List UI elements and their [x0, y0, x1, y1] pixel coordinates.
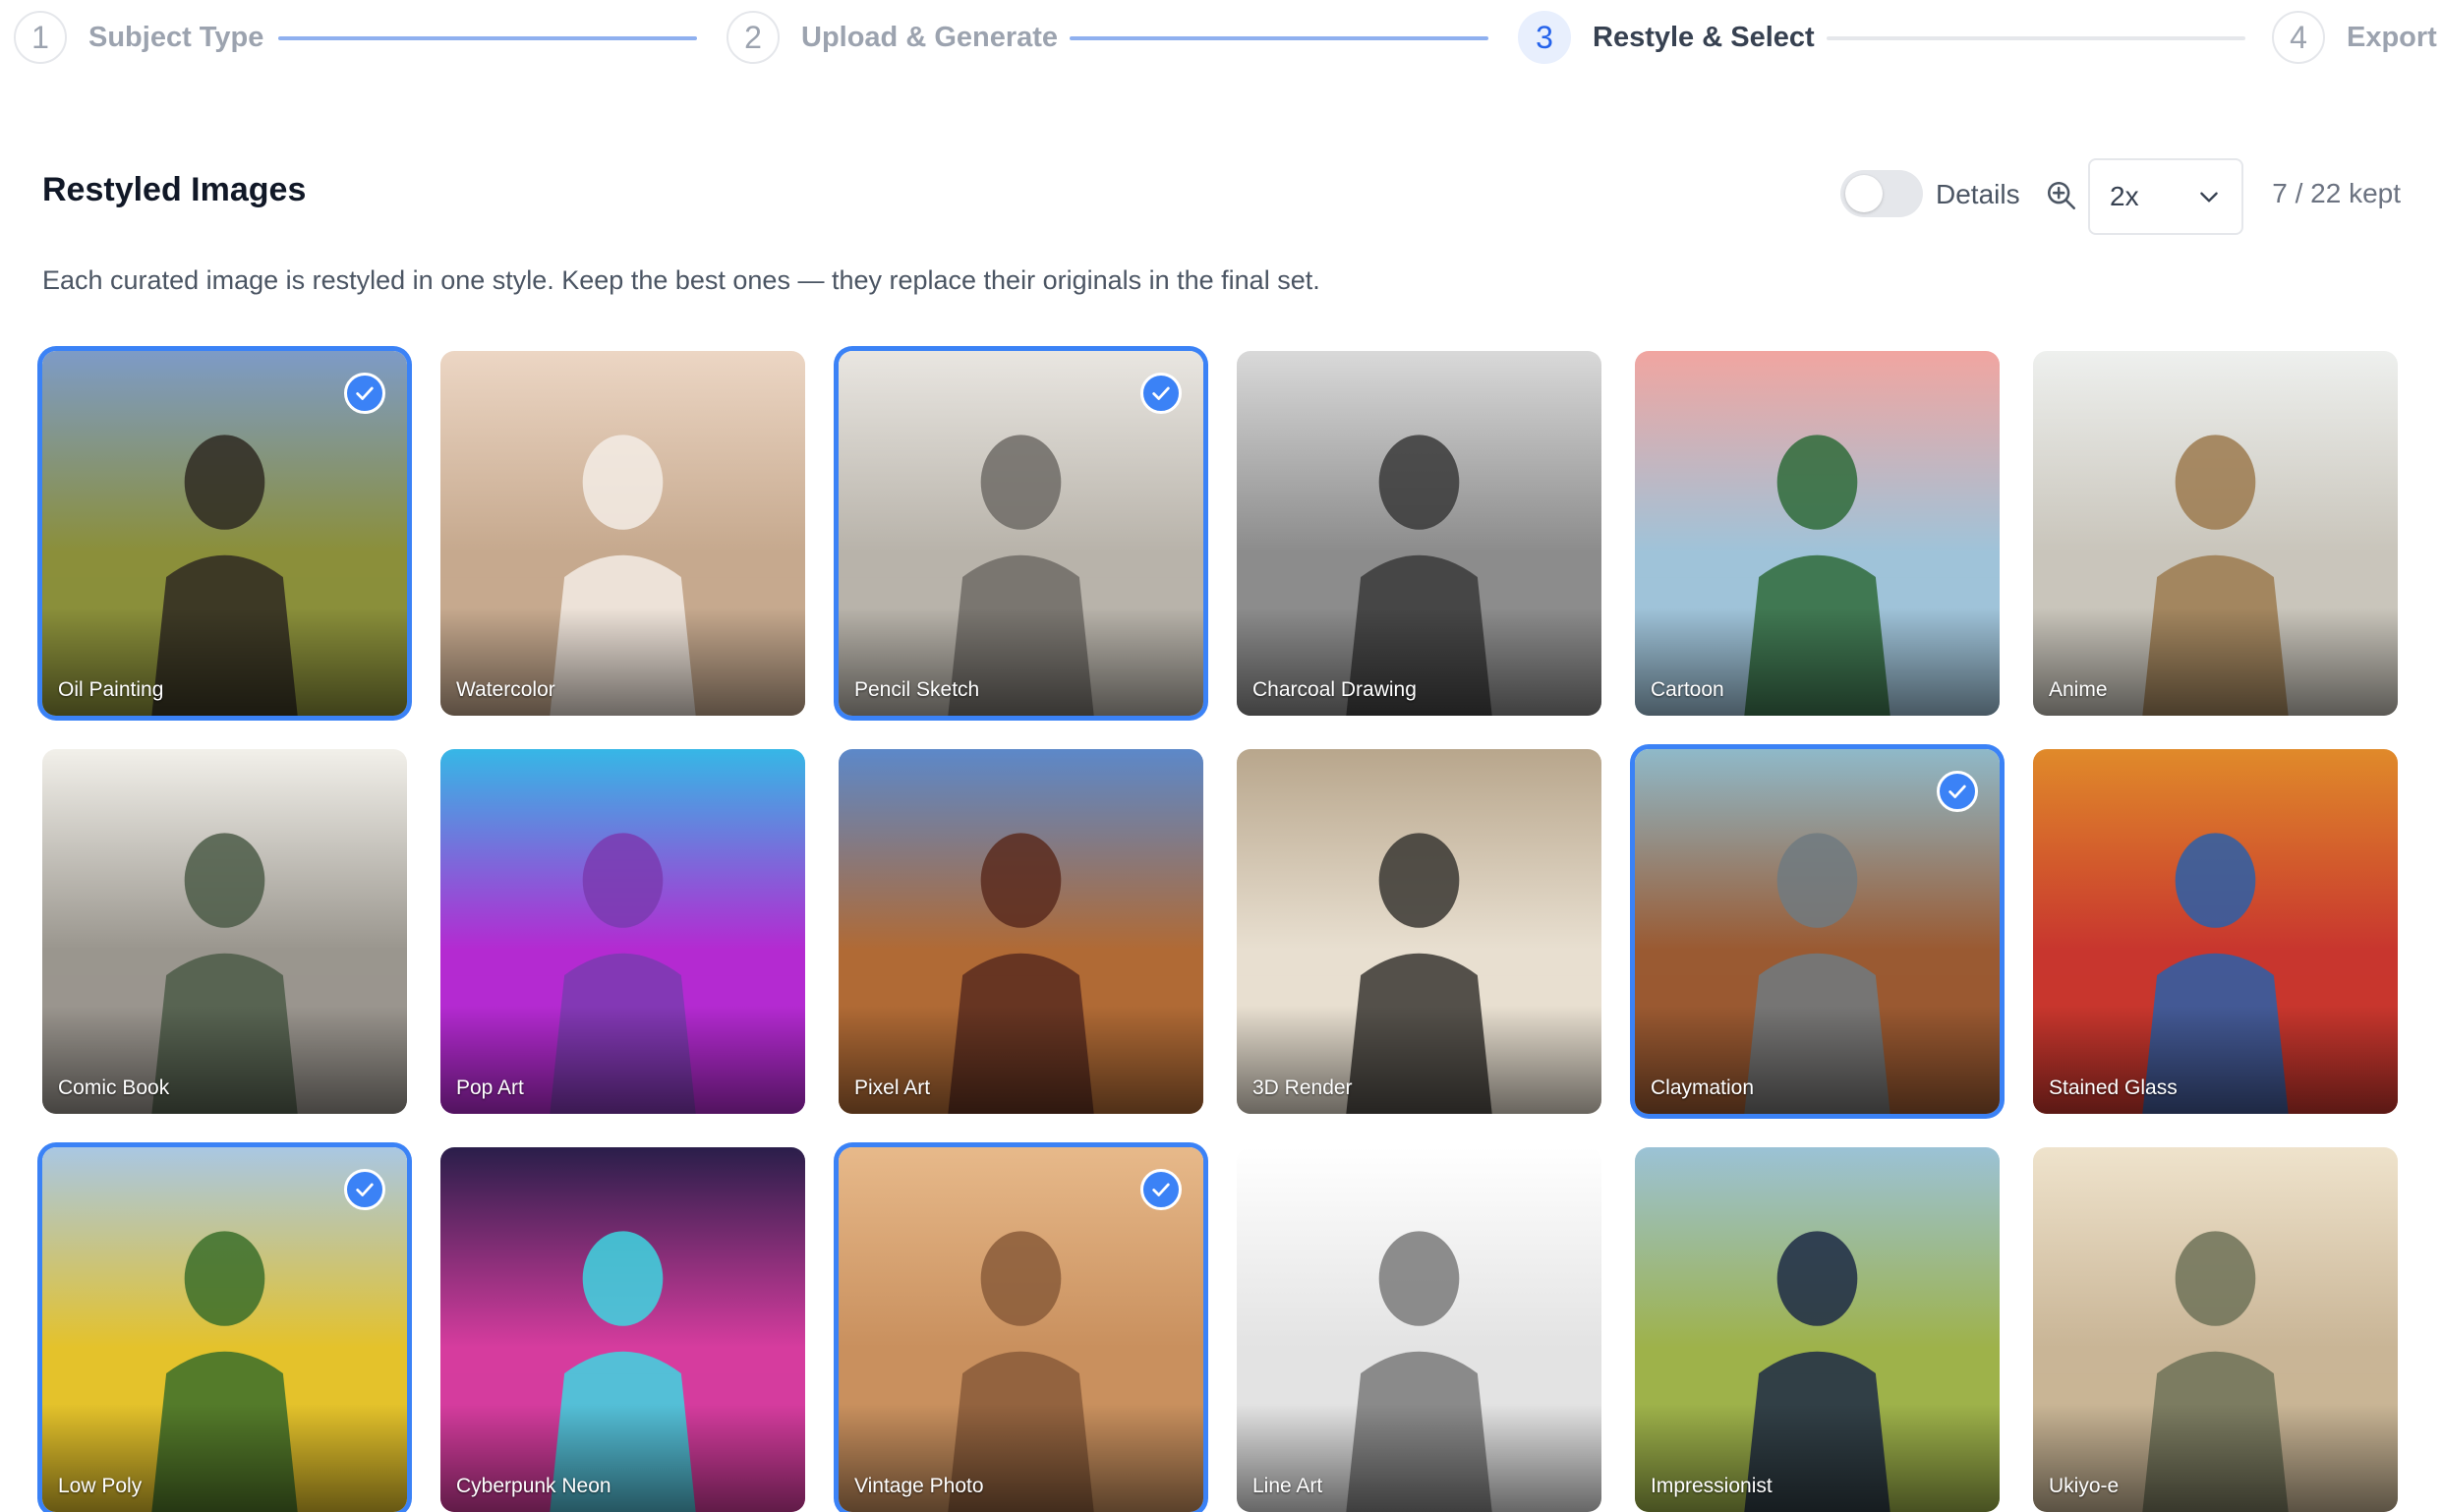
image-card[interactable]: Comic Book: [42, 749, 407, 1114]
step-number: 1: [14, 11, 67, 64]
step-number: 4: [2272, 11, 2325, 64]
style-label: Oil Painting: [58, 678, 164, 701]
image-card[interactable]: Pop Art: [440, 749, 805, 1114]
style-label: Vintage Photo: [854, 1475, 984, 1497]
kept-counter: 7 / 22 kept: [2272, 178, 2401, 208]
details-label: Details: [1936, 179, 2020, 209]
step-label: Restyle & Select: [1593, 21, 1815, 53]
style-label: Cyberpunk Neon: [456, 1475, 611, 1497]
style-label: Ukiyo-e: [2049, 1475, 2120, 1497]
step-label: Subject Type: [88, 21, 264, 53]
details-toggle[interactable]: [1840, 170, 1923, 217]
step-connector: [278, 36, 697, 40]
style-label: Watercolor: [456, 678, 555, 701]
zoom-in-icon: [2047, 181, 2076, 210]
image-card[interactable]: Low Poly: [42, 1147, 407, 1512]
toggle-knob: [1845, 175, 1883, 212]
step-label: Export: [2347, 21, 2437, 53]
progress-stepper: 1 Subject Type 2 Upload & Generate 3 Res…: [14, 8, 2442, 67]
image-card[interactable]: Claymation: [1635, 749, 2000, 1114]
style-label: Impressionist: [1651, 1475, 1773, 1497]
check-icon[interactable]: [1140, 373, 1182, 414]
check-icon[interactable]: [1937, 771, 1978, 812]
zoom-select[interactable]: 2x: [2088, 158, 2243, 235]
step-restyle-select[interactable]: 3 Restyle & Select: [1518, 8, 1815, 67]
image-card[interactable]: Line Art: [1237, 1147, 1601, 1512]
page-title: Restyled Images: [42, 171, 307, 208]
image-card[interactable]: Oil Painting: [42, 351, 407, 716]
image-card[interactable]: Ukiyo-e: [2033, 1147, 2398, 1512]
page-description: Each curated image is restyled in one st…: [42, 265, 1320, 295]
zoom-value: 2x: [2110, 181, 2139, 211]
check-icon[interactable]: [344, 1169, 385, 1210]
image-card[interactable]: Stained Glass: [2033, 749, 2398, 1114]
image-card[interactable]: Pencil Sketch: [839, 351, 1203, 716]
step-subject-type[interactable]: 1 Subject Type: [14, 8, 263, 67]
style-label: Line Art: [1252, 1475, 1323, 1497]
chevron-down-icon: [2200, 192, 2218, 203]
style-label: Low Poly: [58, 1475, 143, 1497]
image-card[interactable]: Cyberpunk Neon: [440, 1147, 805, 1512]
image-card[interactable]: Anime: [2033, 351, 2398, 716]
style-label: Pixel Art: [854, 1076, 931, 1099]
style-label: Cartoon: [1651, 678, 1724, 701]
image-card[interactable]: Impressionist: [1635, 1147, 2000, 1512]
style-label: Pop Art: [456, 1076, 524, 1099]
step-label: Upload & Generate: [801, 21, 1059, 53]
image-card[interactable]: Vintage Photo: [839, 1147, 1203, 1512]
style-label: 3D Render: [1252, 1076, 1353, 1099]
image-card[interactable]: Pixel Art: [839, 749, 1203, 1114]
style-label: Charcoal Drawing: [1252, 678, 1417, 701]
style-label: Claymation: [1651, 1076, 1755, 1099]
image-card[interactable]: Cartoon: [1635, 351, 2000, 716]
step-export[interactable]: 4 Export: [2272, 8, 2437, 67]
check-icon[interactable]: [344, 373, 385, 414]
style-label: Pencil Sketch: [854, 678, 980, 701]
image-card[interactable]: 3D Render: [1237, 749, 1601, 1114]
image-card[interactable]: Charcoal Drawing: [1237, 351, 1601, 716]
check-icon[interactable]: [1140, 1169, 1182, 1210]
style-label: Stained Glass: [2049, 1076, 2178, 1099]
step-upload-generate[interactable]: 2 Upload & Generate: [727, 8, 1058, 67]
image-card[interactable]: Watercolor: [440, 351, 805, 716]
step-connector: [1070, 36, 1488, 40]
step-number: 2: [727, 11, 780, 64]
step-number: 3: [1518, 11, 1571, 64]
style-label: Comic Book: [58, 1076, 170, 1099]
style-label: Anime: [2049, 678, 2108, 701]
step-connector: [1827, 36, 2245, 40]
